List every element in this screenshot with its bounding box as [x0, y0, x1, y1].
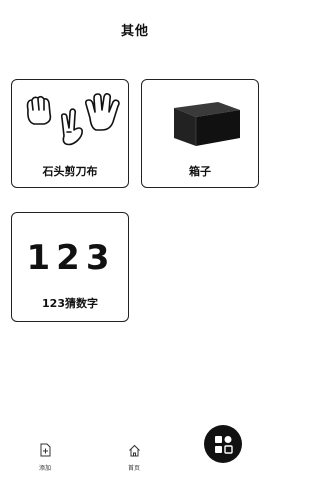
- add-document-icon: [40, 443, 51, 457]
- apps-grid-icon: [215, 436, 233, 454]
- rock-paper-scissors-hands-icon: [26, 93, 120, 146]
- game-card-box[interactable]: 箱子: [141, 79, 259, 188]
- home-icon: [128, 444, 140, 457]
- tab-label: 添加: [38, 465, 51, 472]
- game-card-label: 箱子: [189, 165, 211, 178]
- apps-fab-button[interactable]: [204, 425, 242, 463]
- tab-home[interactable]: 首页: [109, 442, 159, 472]
- game-card-label: 石头剪刀布: [42, 165, 98, 178]
- tab-label: 首页: [127, 465, 140, 472]
- game-card-label: 123猜数字: [42, 297, 98, 310]
- tab-add[interactable]: 添加: [20, 442, 70, 472]
- page-title: 其他: [120, 24, 149, 39]
- game-card-guess-number[interactable]: 123 123猜数字: [11, 212, 129, 322]
- number-123-art-text: 123: [27, 238, 116, 278]
- black-box-icon: [174, 102, 240, 146]
- number-123-icon: 123: [27, 238, 116, 278]
- game-card-rock-paper-scissors[interactable]: 石头剪刀布: [11, 79, 129, 188]
